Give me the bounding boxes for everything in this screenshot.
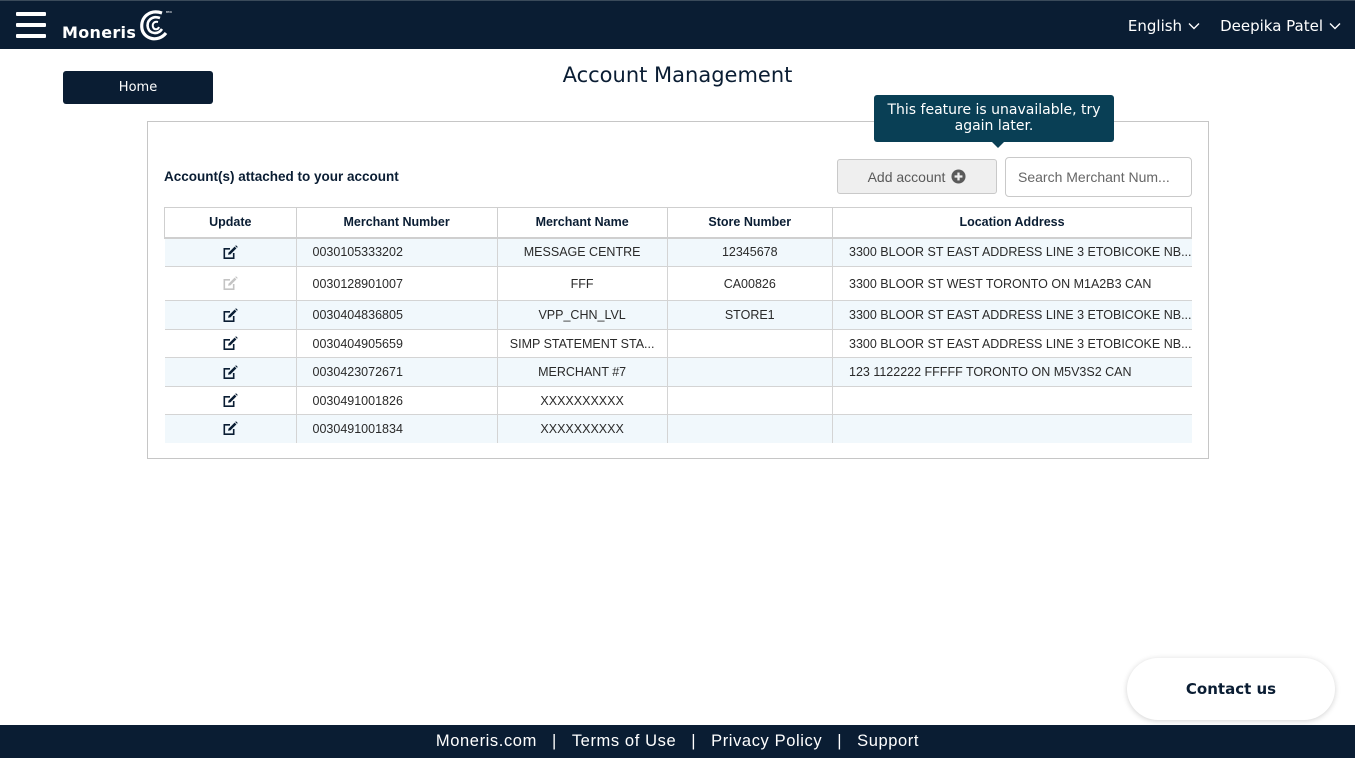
merchant-number-cell: 0030491001834 <box>295 414 498 443</box>
table-row: 0030423072671 MERCHANT #7 123 1122222 FFFF… <box>164 357 1192 387</box>
merchant-name-cell: XXXXXXXXXX <box>496 386 668 415</box>
moneris-swirl-icon: BMO <box>140 10 172 41</box>
add-account-label: Add account <box>867 168 946 185</box>
edit-icon[interactable] <box>222 245 238 260</box>
location-address-cell <box>832 414 1192 443</box>
table-row: 0030105333202 MESSAGE CENTRE 12345678 3300 … <box>164 237 1192 267</box>
merchant-name-cell: VPP_CHN_LVL <box>496 300 668 330</box>
column-header-store-number[interactable]: Store Number <box>666 207 833 239</box>
footer-separator: | <box>551 732 557 750</box>
edit-icon[interactable] <box>222 393 238 408</box>
store-number-cell: STORE1 <box>666 300 833 330</box>
merchant-number-cell: 0030491001826 <box>295 386 498 415</box>
merchant-number-cell: 0030128901007 <box>295 266 498 301</box>
column-header-location-address[interactable]: Location Address <box>832 207 1192 239</box>
edit-icon[interactable] <box>222 421 238 436</box>
location-address-cell: 3300 BLOOR ST WEST TORONTO ON M1A2B3 CAN <box>832 266 1192 301</box>
location-address-cell: 3300 BLOOR ST EAST ADDRESS LINE 3 ETOBIC… <box>832 329 1192 358</box>
store-number-cell: CA00826 <box>666 266 833 301</box>
accounts-card: Account(s) attached to your account Add … <box>147 121 1209 459</box>
update-cell <box>164 386 297 415</box>
location-address-cell: 3300 BLOOR ST EAST ADDRESS LINE 3 ETOBIC… <box>832 237 1192 267</box>
table-row: 0030491001834 XXXXXXXXXX <box>164 414 1192 443</box>
language-label: English <box>1127 16 1183 35</box>
search-merchant-input[interactable] <box>1005 157 1192 197</box>
accounts-table: Update Merchant Number Merchant Name Sto… <box>164 207 1192 443</box>
store-number-cell <box>666 357 833 387</box>
merchant-name-cell: SIMP STATEMENT STA... <box>496 329 668 358</box>
page-title: Account Management <box>562 63 793 87</box>
footer-link-support[interactable]: Support <box>857 732 919 751</box>
column-header-merchant-number[interactable]: Merchant Number <box>295 207 498 239</box>
table-row: 0030128901007 FFF CA00826 3300 BLOOR ST WES… <box>164 266 1192 301</box>
edit-icon[interactable] <box>222 364 238 380</box>
footer-link-moneris[interactable]: Moneris.com <box>436 732 537 751</box>
footer-separator: | <box>837 732 843 750</box>
add-account-button[interactable]: Add account <box>837 159 997 194</box>
column-header-merchant-name[interactable]: Merchant Name <box>496 207 668 239</box>
table-row: 0030404905659 SIMP STATEMENT STA... 3300 B… <box>164 329 1192 358</box>
location-address-cell: 123 1122222 FFFFF TORONTO ON M5V3S2 CAN <box>832 357 1192 387</box>
merchant-number-cell: 0030404836805 <box>295 300 498 330</box>
store-number-cell: 12345678 <box>666 237 833 267</box>
svg-text:BMO: BMO <box>166 10 172 14</box>
footer-link-terms[interactable]: Terms of Use <box>572 732 676 751</box>
footer-separator: | <box>691 732 697 750</box>
table-row: 0030491001826 XXXXXXXXXX <box>164 386 1192 415</box>
edit-icon[interactable] <box>222 336 238 351</box>
merchant-name-cell: FFF <box>496 266 668 301</box>
store-number-cell <box>666 414 833 443</box>
update-cell <box>164 237 297 267</box>
logo-text: Moneris <box>62 23 137 42</box>
merchant-name-cell: MESSAGE CENTRE <box>496 237 668 267</box>
plus-circle-icon <box>951 169 966 184</box>
location-address-cell: 3300 BLOOR ST EAST ADDRESS LINE 3 ETOBIC… <box>832 300 1192 330</box>
chevron-down-icon <box>1188 22 1200 29</box>
update-cell <box>164 300 297 330</box>
footer-link-privacy[interactable]: Privacy Policy <box>711 732 822 751</box>
section-label: Account(s) attached to your account <box>164 169 399 184</box>
contact-us-button[interactable]: Contact us <box>1127 658 1335 720</box>
update-cell <box>164 329 297 358</box>
chevron-down-icon <box>1329 22 1341 29</box>
language-dropdown[interactable]: English <box>1128 17 1200 35</box>
update-cell <box>164 357 297 387</box>
merchant-name-cell: XXXXXXXXXX <box>496 414 668 443</box>
edit-icon[interactable] <box>222 307 238 323</box>
column-header-update[interactable]: Update <box>164 207 297 239</box>
footer: Moneris.com | Terms of Use | Privacy Pol… <box>0 725 1355 758</box>
edit-icon <box>223 276 238 291</box>
update-cell <box>164 266 297 301</box>
hamburger-menu-icon[interactable] <box>16 12 46 38</box>
merchant-name-cell: MERCHANT #7 <box>496 357 668 387</box>
table-row: 0030404836805 VPP_CHN_LVL STORE1 3300 BLOOR… <box>164 300 1192 330</box>
user-name: Deepika Patel <box>1220 16 1323 35</box>
user-menu-dropdown[interactable]: Deepika Patel <box>1220 17 1341 35</box>
store-number-cell <box>666 386 833 415</box>
unavailable-tooltip: This feature is unavailable, try again l… <box>874 95 1114 148</box>
table-header-row: Update Merchant Number Merchant Name Sto… <box>164 207 1192 239</box>
merchant-number-cell: 0030105333202 <box>295 237 498 267</box>
merchant-number-cell: 0030423072671 <box>295 357 498 387</box>
location-address-cell <box>832 386 1192 415</box>
top-navigation-bar: Moneris BMO English Deepika Patel <box>0 0 1355 49</box>
update-cell <box>164 414 297 443</box>
moneris-logo[interactable]: Moneris BMO <box>62 7 172 45</box>
store-number-cell <box>666 329 833 358</box>
merchant-number-cell: 0030404905659 <box>295 329 498 358</box>
